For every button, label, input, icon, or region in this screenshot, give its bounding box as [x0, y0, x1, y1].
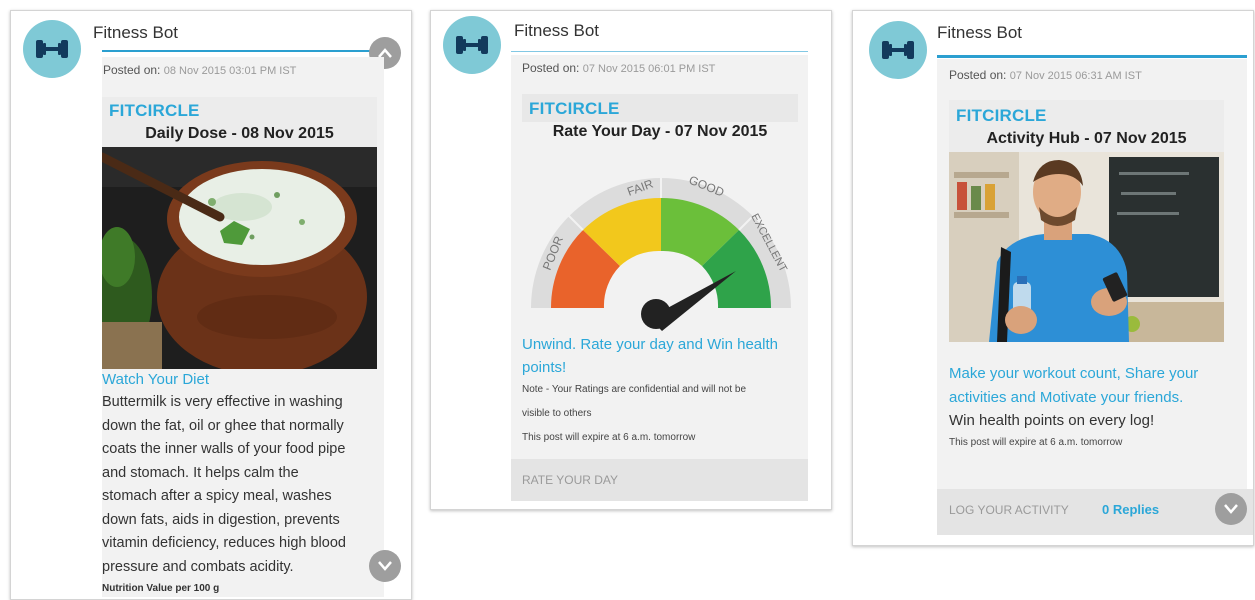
posted-date: 07 Nov 2015 06:31 AM IST: [1009, 70, 1142, 82]
activity-message[interactable]: Make your workout count, Share your acti…: [949, 362, 1249, 410]
dumbbell-icon: [882, 41, 914, 59]
posted-label: Posted on:: [103, 63, 161, 77]
post-title: Activity Hub - 07 Nov 2015: [986, 130, 1187, 147]
win-points-text: Win health points on every log!: [949, 412, 1155, 429]
message-line: points!: [522, 359, 567, 376]
expire-note: This post will expire at 6 a.m. tomorrow: [949, 437, 1123, 448]
posted-on: Posted on: 07 Nov 2015 06:01 PM IST: [522, 61, 715, 75]
confidential-note: Note - Your Ratings are confidential and…: [522, 378, 746, 450]
posted-date: 08 Nov 2015 03:01 PM IST: [163, 65, 297, 77]
rate-day-message[interactable]: Unwind. Rate your day and Win health poi…: [522, 333, 812, 379]
chevron-down-icon: [378, 561, 392, 571]
body-line: stomach after a spicy meal, washes: [102, 488, 332, 504]
man-with-phone-photo: [949, 152, 1224, 342]
rate-your-day-button[interactable]: RATE YOUR DAY: [522, 473, 618, 487]
posted-label: Posted on:: [949, 68, 1007, 82]
body-line: vitamin deficiency, reduces high blood: [102, 535, 346, 551]
bot-name: Fitness Bot: [93, 23, 179, 42]
buttermilk-pot-photo: [102, 147, 377, 369]
dumbbell-icon: [36, 40, 68, 58]
body-line: down fats, aids in digestion, prevents: [102, 511, 340, 528]
header-divider: [937, 55, 1247, 58]
chat-card-activity-hub: Fitness Bot Posted on: 07 Nov 2015 06:31…: [852, 10, 1254, 546]
fitness-bot-avatar: [23, 20, 81, 78]
body-line: pressure and combats acidity.: [102, 558, 294, 575]
fitness-bot-avatar: [443, 16, 501, 74]
chat-card-rate-your-day: Fitness Bot Posted on: 07 Nov 2015 06:01…: [430, 10, 832, 510]
posted-on: Posted on: 07 Nov 2015 06:31 AM IST: [949, 68, 1142, 82]
body-line: coats the inner walls of your food pipe: [102, 441, 346, 457]
log-your-activity-button[interactable]: LOG YOUR ACTIVITY: [949, 503, 1069, 517]
header-divider: [511, 51, 808, 52]
posted-on: Posted on: 08 Nov 2015 03:01 PM IST: [103, 63, 296, 77]
bot-name: Fitness Bot: [937, 23, 1023, 42]
replies-link[interactable]: 0 Replies: [1102, 502, 1159, 517]
post-title: Rate Your Day - 07 Nov 2015: [552, 123, 768, 140]
dumbbell-icon: [456, 36, 488, 54]
expire-note: This post will expire at 6 a.m. tomorrow: [522, 432, 696, 443]
body-line: down the fat, oil or ghee that normally: [102, 417, 344, 434]
message-line: activities and Motivate your friends.: [949, 389, 1184, 406]
chevron-down-icon: [1224, 504, 1238, 514]
posted-date: 07 Nov 2015 06:01 PM IST: [582, 63, 716, 75]
fitcircle-logo: FITCIRCLE: [529, 99, 620, 118]
note-line: Note - Your Ratings are confidential and…: [522, 384, 747, 395]
watch-your-diet-link[interactable]: Watch Your Diet: [102, 371, 209, 388]
message-line: Make your workout count, Share your: [949, 365, 1199, 382]
body-line: Buttermilk is very effective in washing: [102, 394, 343, 410]
rating-gauge: POOR FAIR GOOD EXCELLENT: [531, 171, 791, 331]
chat-card-daily-dose: Fitness Bot Posted on: 08 Nov 2015 03:01…: [10, 10, 412, 600]
expand-button[interactable]: [1215, 493, 1247, 525]
post-body: Buttermilk is very effective in washing …: [102, 391, 392, 579]
fitness-bot-avatar: [869, 21, 927, 79]
message-line: Unwind. Rate your day and Win health: [522, 336, 778, 353]
fitcircle-logo: FITCIRCLE: [109, 101, 200, 120]
post-title: Daily Dose - 08 Nov 2015: [145, 125, 334, 142]
header-divider: [102, 50, 384, 52]
bot-name: Fitness Bot: [514, 21, 600, 40]
nutrition-cutoff-text: Nutrition Value per 100 g: [102, 583, 220, 594]
note-line: visible to others: [522, 408, 592, 419]
body-line: and stomach. It helps calm the: [102, 464, 299, 481]
posted-label: Posted on:: [522, 61, 580, 75]
expand-button[interactable]: [369, 550, 401, 582]
fitcircle-logo: FITCIRCLE: [956, 106, 1047, 125]
